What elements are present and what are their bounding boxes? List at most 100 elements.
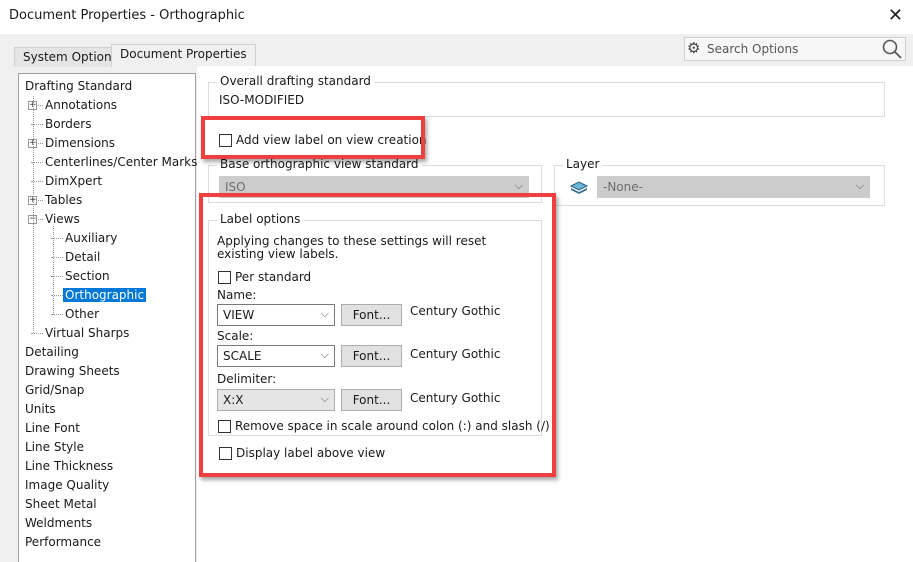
tree-item-label: Image Quality bbox=[25, 478, 110, 492]
tree-item-label: Centerlines/Center Marks bbox=[45, 155, 198, 169]
tree-connector bbox=[31, 333, 43, 334]
tree-item-borders[interactable]: Borders bbox=[45, 115, 91, 133]
layer-select[interactable]: -None- ⌵ bbox=[597, 176, 870, 198]
tree-item-label: Performance bbox=[25, 535, 102, 549]
tab-system-options[interactable]: System Options bbox=[14, 47, 127, 67]
options-tree[interactable]: Drafting Standard Annotations + Borders Dime… bbox=[18, 73, 197, 562]
chevron-down-icon: ⌵ bbox=[855, 179, 864, 192]
tree-item-dimxpert[interactable]: DimXpert bbox=[45, 172, 102, 190]
scale-label: Scale: bbox=[217, 329, 254, 343]
layer-value: -None- bbox=[603, 180, 643, 194]
tree-item-detailing[interactable]: Detailing bbox=[25, 343, 79, 361]
tree-item-line-font[interactable]: Line Font bbox=[25, 419, 80, 437]
add-view-label-text: Add view label on view creation bbox=[236, 133, 427, 147]
name-font-button[interactable]: Font... bbox=[341, 304, 402, 326]
display-above-checkbox[interactable]: Display label above view bbox=[219, 446, 385, 460]
title-bar: Document Properties - Orthographic ✕ bbox=[0, 0, 913, 34]
tree-item-dimensions[interactable]: Dimensions bbox=[45, 134, 115, 152]
delimiter-label: Delimiter: bbox=[217, 372, 277, 386]
checkbox[interactable] bbox=[219, 446, 232, 460]
tree-item-label: Weldments bbox=[25, 516, 93, 530]
tree-item-label: Virtual Sharps bbox=[45, 326, 130, 340]
tree-item-virtual-sharps[interactable]: Virtual Sharps bbox=[45, 324, 129, 342]
name-select[interactable]: VIEW ⌵ bbox=[217, 304, 335, 326]
scale-select[interactable]: SCALE ⌵ bbox=[217, 345, 335, 367]
checkbox[interactable] bbox=[218, 270, 231, 284]
tree-item-label: Drafting Standard bbox=[25, 79, 133, 93]
tree-item-orthographic[interactable]: Orthographic bbox=[63, 286, 147, 304]
chevron-down-icon: ⌵ bbox=[320, 392, 329, 405]
layers-icon bbox=[569, 181, 589, 194]
chevron-down-icon: ⌵ bbox=[320, 307, 329, 320]
tree-item-weldments[interactable]: Weldments bbox=[25, 514, 92, 532]
name-value: VIEW bbox=[223, 308, 255, 322]
tree-item-image-quality[interactable]: Image Quality bbox=[25, 476, 109, 494]
search-options-input[interactable]: ⚙ Search Options bbox=[684, 37, 906, 61]
scale-font-button[interactable]: Font... bbox=[341, 345, 402, 367]
tree-item-centerlines-center-marks[interactable]: Centerlines/Center Marks bbox=[45, 153, 197, 171]
label-options-group: Label options Applying changes to these … bbox=[208, 212, 550, 436]
per-standard-text: Per standard bbox=[235, 270, 312, 284]
scale-font-value: Century Gothic bbox=[410, 347, 501, 361]
tree-item-label: Drawing Sheets bbox=[25, 364, 120, 378]
delimiter-font-button[interactable]: Font... bbox=[341, 389, 402, 411]
tree-item-tables[interactable]: Tables bbox=[45, 191, 82, 209]
tree-item-other[interactable]: Other bbox=[65, 305, 99, 323]
tree-item-label: Orthographic bbox=[63, 288, 147, 302]
tree-item-label: Borders bbox=[45, 117, 92, 131]
remove-space-checkbox[interactable]: Remove space in scale around colon (:) a… bbox=[218, 419, 550, 433]
tree-item-label: Detail bbox=[65, 250, 101, 264]
base-standard-title: Base orthographic view standard bbox=[217, 157, 422, 171]
search-placeholder: Search Options bbox=[707, 42, 799, 56]
tree-item-label: Tables bbox=[45, 193, 83, 207]
layer-title: Layer bbox=[563, 157, 603, 171]
tree-item-units[interactable]: Units bbox=[25, 400, 56, 418]
delimiter-font-value: Century Gothic bbox=[410, 391, 501, 405]
tree-item-section[interactable]: Section bbox=[65, 267, 110, 285]
layer-group: Layer -None- ⌵ bbox=[554, 157, 885, 206]
tree-item-detail[interactable]: Detail bbox=[65, 248, 100, 266]
settings-panel: Overall drafting standard ISO-MODIFIED A… bbox=[197, 66, 913, 562]
tree-item-label: Line Style bbox=[25, 440, 84, 454]
tree-item-performance[interactable]: Performance bbox=[25, 533, 101, 551]
close-icon[interactable]: ✕ bbox=[888, 5, 903, 26]
tree-item-label: Views bbox=[45, 212, 80, 226]
tab-document-properties[interactable]: Document Properties bbox=[111, 44, 256, 67]
tree-item-grid-snap[interactable]: Grid/Snap bbox=[25, 381, 84, 399]
tree-item-label: Other bbox=[65, 307, 100, 321]
tab-label: System Options bbox=[23, 50, 118, 64]
tree-item-label: Grid/Snap bbox=[25, 383, 85, 397]
name-label: Name: bbox=[217, 288, 257, 302]
tree-item-sheet-metal[interactable]: Sheet Metal bbox=[25, 495, 97, 513]
remove-space-text: Remove space in scale around colon (:) a… bbox=[235, 419, 550, 433]
tree-item-label: Annotations bbox=[45, 98, 118, 112]
tree-item-label: Sheet Metal bbox=[25, 497, 97, 511]
window-title: Document Properties - Orthographic bbox=[9, 8, 245, 23]
overall-standard-title: Overall drafting standard bbox=[217, 74, 374, 88]
tree-item-views[interactable]: Views bbox=[45, 210, 80, 228]
tree-item-label: Detailing bbox=[25, 345, 79, 359]
tree-item-drawing-sheets[interactable]: Drawing Sheets bbox=[25, 362, 120, 380]
gear-icon[interactable]: ⚙ bbox=[687, 39, 700, 57]
per-standard-checkbox[interactable]: Per standard bbox=[218, 270, 311, 284]
tree-item-auxiliary[interactable]: Auxiliary bbox=[65, 229, 117, 247]
tree-connector bbox=[53, 226, 54, 315]
tree-item-drafting-standard[interactable]: Drafting Standard bbox=[25, 77, 132, 95]
display-above-text: Display label above view bbox=[236, 446, 386, 460]
tree-item-line-thickness[interactable]: Line Thickness bbox=[25, 457, 113, 475]
chevron-down-icon: ⌵ bbox=[514, 179, 523, 192]
tree-item-line-style[interactable]: Line Style bbox=[25, 438, 84, 456]
reset-warning-text: Applying changes to these settings will … bbox=[217, 234, 487, 261]
scale-value: SCALE bbox=[223, 349, 262, 363]
chevron-down-icon: ⌵ bbox=[320, 348, 329, 361]
magnifier-icon[interactable] bbox=[881, 38, 903, 60]
checkbox[interactable] bbox=[218, 419, 231, 433]
checkbox[interactable] bbox=[219, 133, 232, 147]
add-view-label-checkbox[interactable]: Add view label on view creation bbox=[219, 133, 427, 147]
tree-item-annotations[interactable]: Annotations bbox=[45, 96, 117, 114]
delimiter-value: X:X bbox=[223, 393, 244, 407]
delimiter-select[interactable]: X:X ⌵ bbox=[217, 389, 335, 411]
tree-item-label: Auxiliary bbox=[65, 231, 118, 245]
label-options-title: Label options bbox=[217, 212, 304, 226]
base-standard-select[interactable]: ISO ⌵ bbox=[219, 176, 529, 198]
